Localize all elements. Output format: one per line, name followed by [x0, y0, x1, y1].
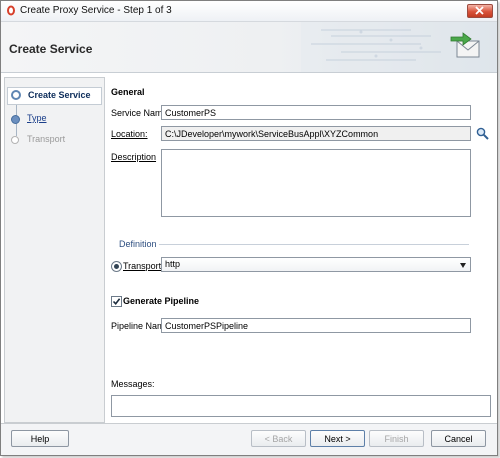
- next-button[interactable]: Next >: [310, 430, 365, 447]
- messages-label: Messages:: [111, 379, 155, 389]
- search-icon[interactable]: [476, 127, 489, 140]
- app-icon: [7, 5, 15, 16]
- location-input[interactable]: C:\JDeveloper\mywork\ServiceBusAppl\XYZC…: [161, 126, 471, 141]
- service-name-input[interactable]: CustomerPS: [161, 105, 471, 120]
- pipeline-name-input[interactable]: CustomerPSPipeline: [161, 318, 471, 333]
- step-dot-icon: [11, 115, 20, 124]
- step-label: Create Service: [28, 90, 91, 100]
- page-title: Create Service: [9, 42, 93, 56]
- close-icon: [475, 6, 484, 15]
- back-button[interactable]: < Back: [251, 430, 306, 447]
- cancel-button[interactable]: Cancel: [431, 430, 486, 447]
- location-label: Location:: [111, 129, 148, 139]
- transport-label: Transport: [123, 261, 162, 271]
- current-step-icon: [11, 90, 21, 100]
- step-label: Transport: [27, 134, 66, 144]
- description-textarea[interactable]: [161, 149, 471, 217]
- definition-divider: [159, 244, 469, 245]
- step-dot-icon: [11, 136, 19, 144]
- radio-dot-icon: [114, 264, 119, 269]
- chevron-down-icon: [460, 263, 466, 268]
- help-button[interactable]: Help: [11, 430, 69, 447]
- description-label: Description: [111, 152, 157, 162]
- envelope-arrow-icon: [450, 32, 480, 58]
- step-connector: [16, 122, 17, 136]
- button-bar: Help < Back Next > Finish Cancel: [1, 423, 497, 455]
- close-button[interactable]: [467, 4, 493, 18]
- title-bar: Create Proxy Service - Step 1 of 3: [1, 1, 497, 22]
- definition-heading: Definition: [119, 239, 157, 249]
- generate-pipeline-label: Generate Pipeline: [123, 296, 200, 306]
- messages-area: [111, 395, 491, 417]
- general-heading: General: [111, 87, 145, 97]
- step-label[interactable]: Type: [27, 113, 47, 123]
- window-title: Create Proxy Service - Step 1 of 3: [20, 5, 172, 16]
- transport-select[interactable]: http: [161, 257, 471, 272]
- wizard-header: Create Service: [1, 22, 497, 73]
- wizard-content: General Service Name: CustomerPS Locatio…: [105, 77, 495, 421]
- step-create-service[interactable]: Create Service: [7, 87, 102, 105]
- check-icon: [112, 298, 121, 306]
- generate-pipeline-checkbox[interactable]: [111, 296, 122, 307]
- finish-button[interactable]: Finish: [369, 430, 424, 447]
- transport-selected-value: http: [165, 259, 181, 269]
- transport-radio[interactable]: [111, 261, 122, 272]
- dialog-window: Create Proxy Service - Step 1 of 3 Creat…: [0, 0, 498, 456]
- wizard-steps-nav: Create Service Type Transport: [4, 77, 105, 423]
